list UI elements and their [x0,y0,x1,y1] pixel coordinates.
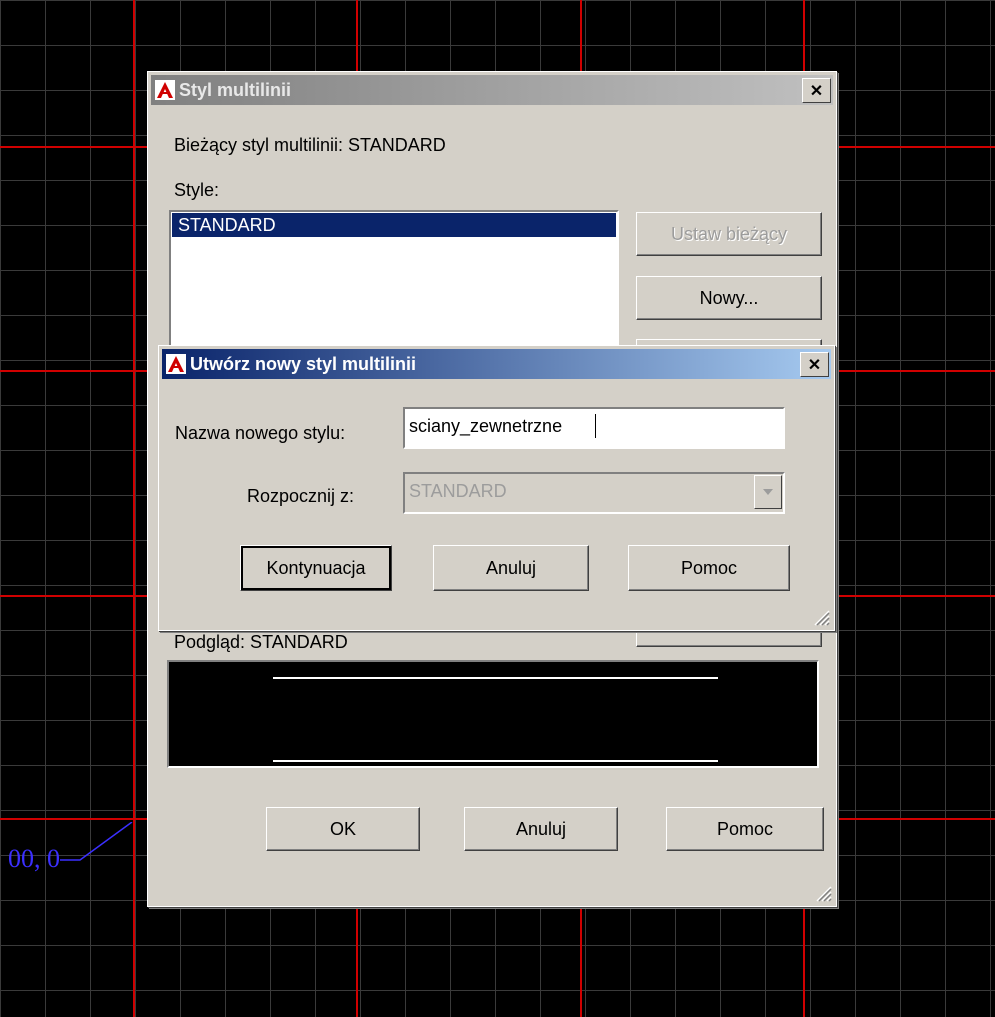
preview-line [273,677,718,679]
styles-listbox[interactable]: STANDARD [169,210,619,354]
help-button[interactable]: Pomoc [666,807,824,851]
preview-panel [167,660,819,768]
chevron-down-icon [763,489,773,495]
current-style-label: Bieżący styl multilinii: STANDARD [174,135,446,155]
autocad-logo-icon [166,354,186,374]
preview-label: Podgląd: STANDARD [174,632,348,652]
resize-grip-icon[interactable] [814,884,832,902]
text-cursor [595,414,596,438]
dropdown-button[interactable] [754,475,782,509]
autocad-logo-icon [155,80,175,100]
dialog-titlebar[interactable]: Styl multilinii ✕ [151,75,833,105]
dialog-titlebar[interactable]: Utwórz nowy styl multilinii ✕ [162,349,831,379]
help-button[interactable]: Pomoc [628,545,790,591]
close-button[interactable]: ✕ [800,352,829,377]
new-button[interactable]: Nowy... [636,276,822,320]
start-with-label: Rozpocznij z: [247,486,355,506]
new-style-name-label: Nazwa nowego stylu: [175,423,346,443]
close-icon: ✕ [809,82,824,100]
styles-label: Style: [174,180,220,200]
create-multiline-style-dialog: Utwórz nowy styl multilinii ✕ Nazwa nowe… [158,345,835,631]
close-button[interactable]: ✕ [802,78,831,103]
cancel-button[interactable]: Anuluj [433,545,589,591]
leader-line [60,822,133,861]
new-style-name-input[interactable]: sciany_zewnetrzne [403,407,785,449]
dialog-title: Utwórz nowy styl multilinii [190,353,417,374]
coordinate-label: 00, 0 [8,844,60,873]
dialog-title: Styl multilinii [179,79,292,100]
close-icon: ✕ [807,356,822,374]
list-item[interactable]: STANDARD [172,213,616,237]
start-with-value: STANDARD [409,481,507,501]
preview-line [273,760,718,762]
resize-grip-icon[interactable] [812,608,830,626]
continue-button[interactable]: Kontynuacja [240,545,392,591]
cancel-button[interactable]: Anuluj [464,807,618,851]
new-style-name-value: sciany_zewnetrzne [409,416,563,436]
set-current-button[interactable]: Ustaw bieżący [636,212,822,256]
ok-button[interactable]: OK [266,807,420,851]
start-with-select[interactable]: STANDARD [403,472,785,514]
